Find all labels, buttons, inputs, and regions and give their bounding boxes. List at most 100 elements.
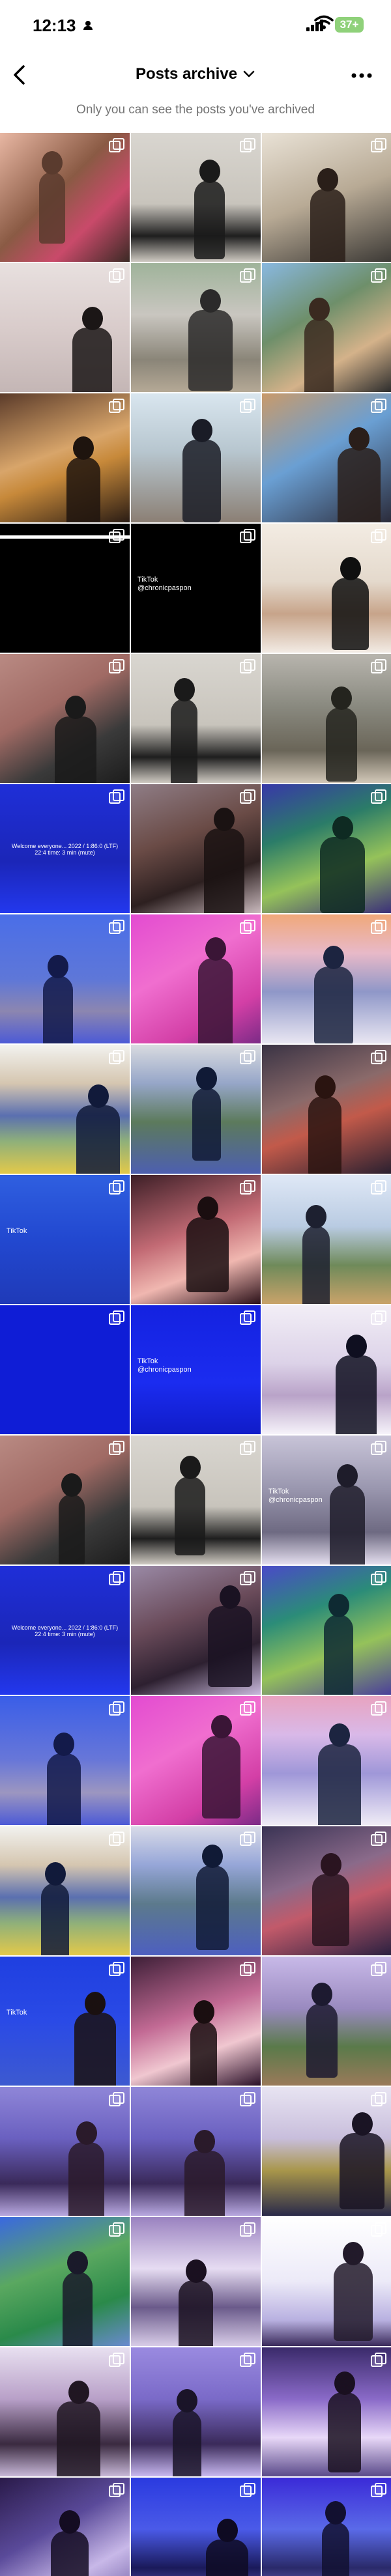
multiple-items-icon [371,659,386,673]
archived-post-thumbnail[interactable] [0,133,130,262]
multiple-items-icon [240,1310,255,1325]
tiktok-watermark: TikTok @chronicpaspon [138,1357,192,1374]
archived-post-thumbnail[interactable] [262,263,391,392]
archived-post-thumbnail[interactable] [131,1696,261,1825]
archived-post-thumbnail[interactable] [262,1696,391,1825]
archived-post-thumbnail[interactable] [0,1305,130,1434]
photo-subject-head [42,151,63,175]
photo-subject [198,958,233,1043]
archived-post-thumbnail[interactable] [131,2087,261,2216]
photo-subject [179,2280,213,2346]
photo-subject [76,1105,120,1174]
archived-post-thumbnail[interactable] [262,2087,391,2216]
archived-post-thumbnail[interactable]: TikTok @chronicpaspon [131,524,261,653]
multiple-items-icon [240,399,255,413]
multiple-items-icon [109,1571,124,1585]
photo-subject-head [202,1845,223,1868]
archived-post-thumbnail[interactable] [262,524,391,653]
multiple-items-icon [109,529,124,543]
archived-post-thumbnail[interactable] [131,784,261,913]
archived-post-thumbnail[interactable] [262,1175,391,1304]
multiple-items-icon [240,1050,255,1064]
photo-subject [63,2272,93,2346]
archived-post-thumbnail[interactable]: TikTok [0,1175,130,1304]
archived-post-thumbnail[interactable] [0,2347,130,2476]
archived-post-thumbnail[interactable] [131,393,261,522]
archived-post-thumbnail[interactable] [262,784,391,913]
archived-post-thumbnail[interactable] [0,524,130,653]
archived-post-thumbnail[interactable] [131,654,261,783]
archived-post-thumbnail[interactable] [262,2478,391,2576]
more-horizontal-icon [345,73,378,92]
photo-subject [173,2410,201,2476]
archived-post-thumbnail[interactable] [131,263,261,392]
archived-post-thumbnail[interactable] [131,1175,261,1304]
photo-subject-head [67,2251,88,2274]
archived-post-thumbnail[interactable] [131,133,261,262]
photo-subject-head [329,1723,350,1747]
archived-post-thumbnail[interactable] [0,263,130,392]
photo-subject [334,2263,373,2341]
tiktok-watermark: TikTok [7,2009,27,2017]
archived-post-thumbnail[interactable] [131,2217,261,2346]
photo-subject-head [210,1715,232,1738]
archived-post-thumbnail[interactable] [262,654,391,783]
photo-subject-head [325,2501,346,2525]
photo-subject [202,1736,240,1819]
archived-post-thumbnail[interactable] [0,1045,130,1174]
tiktok-watermark: TikTok [7,1227,27,1235]
archived-post-thumbnail[interactable] [0,393,130,522]
photo-subject-head [216,2519,238,2542]
multiple-items-icon [240,2092,255,2106]
more-options-button[interactable] [345,61,378,90]
archived-post-thumbnail[interactable] [131,914,261,1043]
archived-post-thumbnail[interactable] [131,2478,261,2576]
multiple-items-icon [240,2222,255,2237]
photo-subject-head [53,1733,74,1756]
archived-post-thumbnail[interactable] [131,2347,261,2476]
photo-subject-head [340,557,361,580]
archived-post-thumbnail[interactable] [0,2217,130,2346]
archived-post-thumbnail[interactable] [131,1957,261,2086]
archived-post-thumbnail[interactable]: TikTok @chronicpaspon [262,1436,391,1564]
archived-post-thumbnail[interactable] [262,1826,391,1955]
archived-post-thumbnail[interactable] [262,914,391,1043]
archived-post-thumbnail[interactable] [131,1436,261,1564]
photo-subject-head [317,168,338,191]
archived-post-thumbnail[interactable]: Welcome everyone... 2022 / 1:86:0 (LTF) … [0,784,130,913]
photo-subject [204,828,244,913]
archived-post-thumbnail[interactable] [262,393,391,522]
multiple-items-icon [240,920,255,934]
archived-post-thumbnail[interactable] [262,1305,391,1434]
photo-subject-head [351,2112,373,2136]
photo-subject [188,310,233,391]
archived-post-thumbnail[interactable]: Welcome everyone... 2022 / 1:86:0 (LTF) … [0,1566,130,1695]
archived-post-thumbnail[interactable] [131,1566,261,1695]
archived-post-thumbnail[interactable] [0,2087,130,2216]
archived-post-thumbnail[interactable] [262,1957,391,2086]
multiple-items-icon [109,920,124,934]
archived-post-thumbnail[interactable] [262,1045,391,1174]
photo-subject [332,578,369,650]
archived-post-thumbnail[interactable] [262,2217,391,2346]
archived-post-thumbnail[interactable] [0,914,130,1043]
archive-type-dropdown[interactable]: Posts archive [136,65,255,83]
archived-post-thumbnail[interactable] [0,1696,130,1825]
multiple-items-icon [109,2483,124,2497]
photo-subject-head [68,2381,89,2404]
archived-post-thumbnail[interactable]: TikTok @chronicpaspon [131,1305,261,1434]
archived-post-thumbnail[interactable] [0,654,130,783]
archived-post-thumbnail[interactable]: TikTok [0,1957,130,2086]
archived-post-thumbnail[interactable] [131,1045,261,1174]
archived-post-thumbnail[interactable] [0,1436,130,1564]
archived-post-thumbnail[interactable] [131,1826,261,1955]
photo-subject [72,328,112,392]
archived-post-thumbnail[interactable] [262,2347,391,2476]
archived-post-thumbnail[interactable] [0,2478,130,2576]
photo-subject-head [179,1456,201,1479]
multiple-items-icon [371,789,386,804]
archived-post-thumbnail[interactable] [0,1826,130,1955]
archived-post-thumbnail[interactable] [262,133,391,262]
photo-subject-head [199,160,220,183]
archived-post-thumbnail[interactable] [262,1566,391,1695]
